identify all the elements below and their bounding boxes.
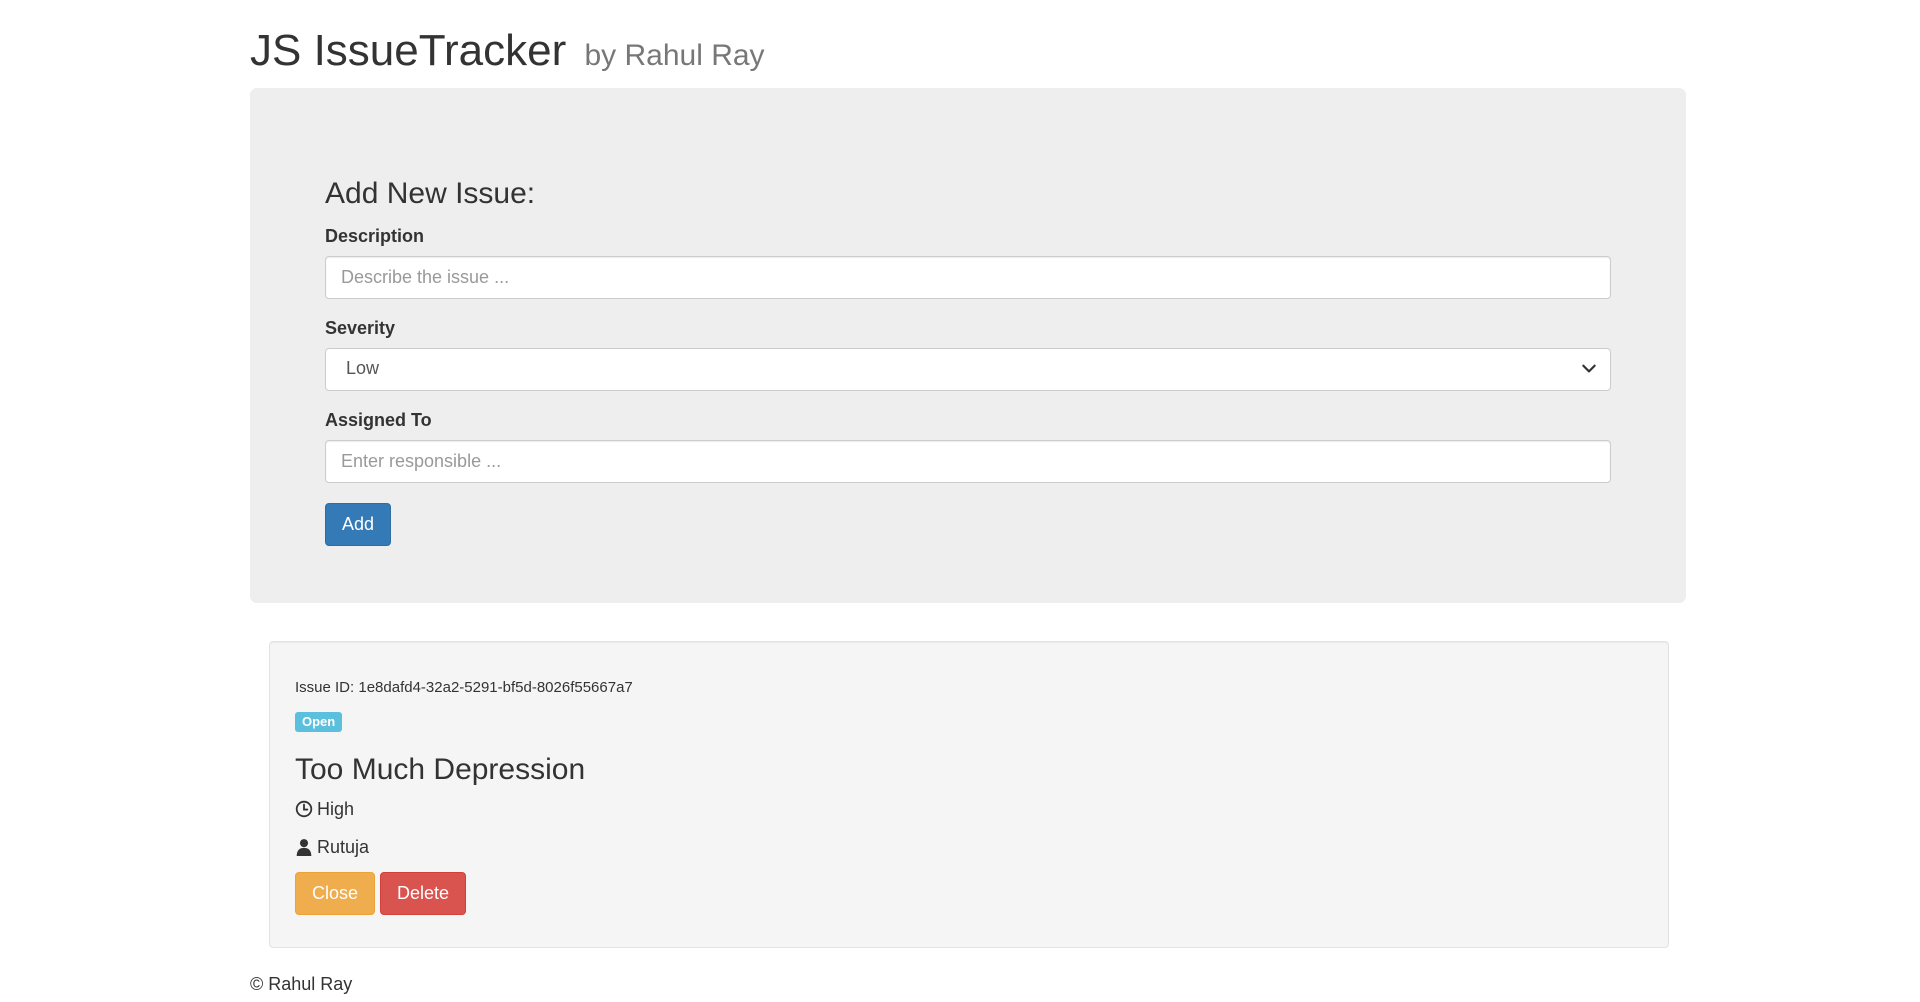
app-subtitle: by Rahul Ray (584, 39, 765, 72)
status-badge: Open (295, 712, 343, 732)
page-title: JS IssueTracker by Rahul Ray (250, 26, 1686, 88)
description-group: Description (325, 225, 1611, 299)
description-input[interactable] (325, 256, 1611, 299)
page-container: JS IssueTracker by Rahul Ray Add New Iss… (250, 0, 1686, 995)
user-icon (296, 839, 312, 856)
assigned-to-label: Assigned To (325, 410, 432, 430)
form-heading: Add New Issue: (325, 177, 536, 210)
issue-assignee-text: Rutuja (317, 837, 370, 857)
add-issue-panel: Add New Issue: Description Severity Low … (250, 88, 1686, 603)
issue-severity: High (295, 798, 1643, 820)
issue-actions: Close Delete (295, 872, 1643, 915)
close-button[interactable]: Close (295, 872, 376, 915)
description-label: Description (325, 226, 425, 246)
assigned-to-group: Assigned To (325, 409, 1611, 483)
delete-button[interactable]: Delete (380, 872, 467, 915)
add-button-row: Add (325, 503, 1611, 546)
issue-title: Too Much Depression (295, 753, 586, 786)
issue-id: Issue ID: 1e8dafd4-32a2-5291-bf5d-8026f5… (295, 679, 633, 696)
add-button[interactable]: Add (325, 503, 392, 546)
severity-group: Severity Low (325, 317, 1611, 391)
app-title: JS IssueTracker (250, 26, 567, 75)
issue-card: Issue ID: 1e8dafd4-32a2-5291-bf5d-8026f5… (269, 641, 1669, 948)
issue-severity-text: High (317, 799, 355, 819)
time-icon (295, 800, 313, 818)
footer-text: © Rahul Ray (250, 974, 353, 994)
issue-assignee: Rutuja (295, 836, 1643, 858)
severity-label: Severity (325, 318, 396, 338)
severity-selected-value: Low (346, 358, 380, 378)
assigned-to-input[interactable] (325, 440, 1611, 483)
severity-select[interactable]: Low (325, 348, 1611, 391)
chevron-down-icon (1582, 364, 1596, 373)
footer: © Rahul Ray (250, 973, 1686, 995)
